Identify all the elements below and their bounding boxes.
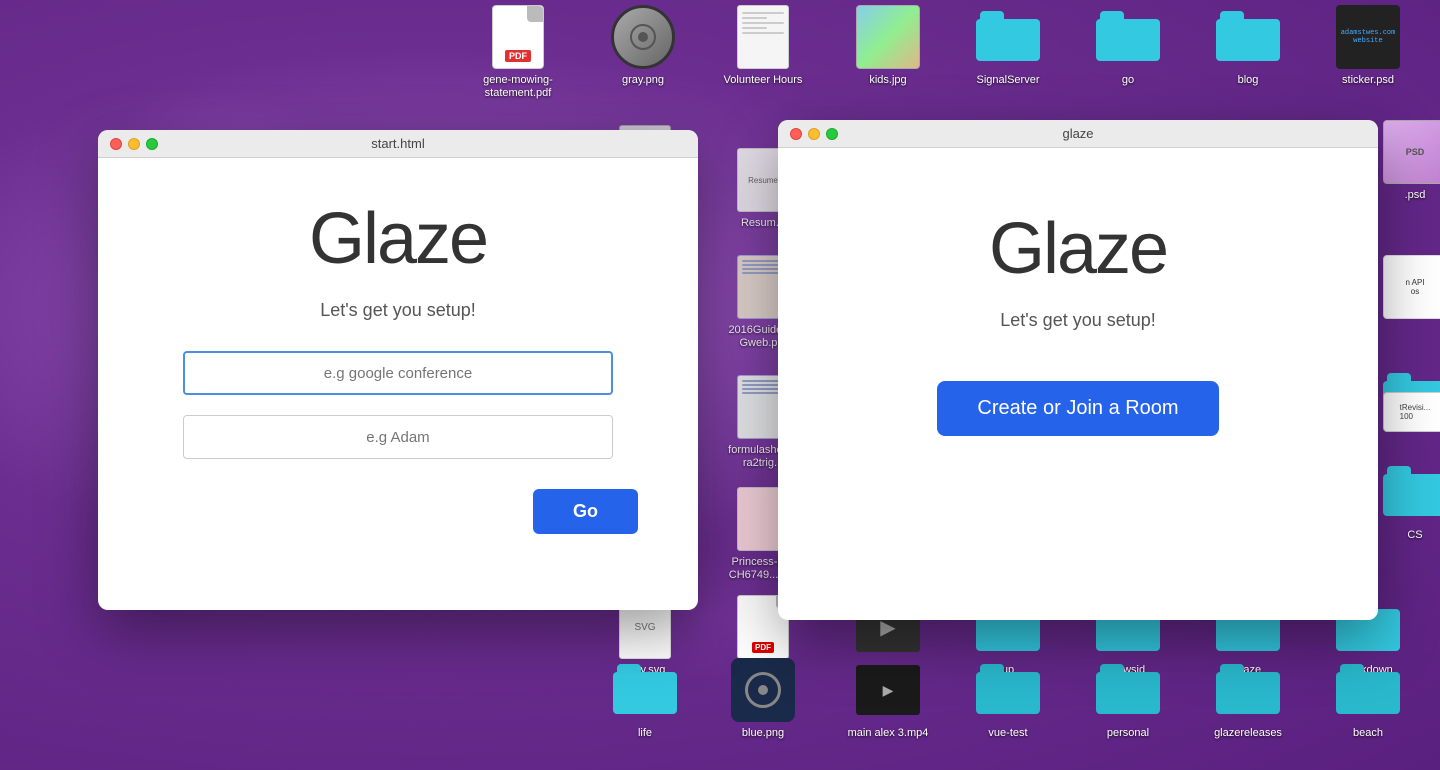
go-button[interactable]: Go [533, 489, 638, 534]
icon-go-folder[interactable]: go [1083, 5, 1173, 88]
icon-sticker-psd[interactable]: adamstwes.comwebsite sticker.psd [1323, 5, 1413, 88]
icon-glazerel[interactable]: glazereleases [1203, 658, 1293, 741]
icon-label-gray-png: gray.png [619, 73, 667, 88]
window-title-1: start.html [371, 136, 424, 151]
icon-signal-server[interactable]: SignalServer [963, 5, 1053, 88]
room-input[interactable] [183, 351, 613, 395]
setup-text-2: Let's get you setup! [1000, 310, 1156, 331]
app-title-1: Glaze [309, 198, 487, 280]
icon-main-alex[interactable]: ▶ main alex 3.mp4 [843, 658, 933, 741]
icon-label-go-folder: go [1119, 73, 1137, 88]
icon-gray-png[interactable]: gray.png [598, 5, 688, 88]
window-glaze: glaze Glaze Let's get you setup! Create … [778, 120, 1378, 620]
icon-label-vue-test: vue-test [985, 726, 1030, 741]
app-title-2: Glaze [989, 208, 1167, 290]
icon-api-right[interactable]: n APIos [1370, 255, 1440, 325]
close-button-2[interactable] [790, 128, 802, 140]
minimize-button-1[interactable] [128, 138, 140, 150]
icon-label-beach: beach [1350, 726, 1386, 741]
icon-kids-jpg[interactable]: kids.jpg [843, 5, 933, 88]
icon-label-blog-folder: blog [1235, 73, 1262, 88]
icon-label-revision [1412, 448, 1418, 450]
titlebar-start-html: start.html [98, 130, 698, 158]
icon-label-psd-right: .psd [1402, 188, 1429, 203]
icon-label-kids-jpg: kids.jpg [866, 73, 909, 88]
icon-blog-folder[interactable]: blog [1203, 5, 1293, 88]
traffic-lights-1 [110, 138, 158, 150]
icon-label-glazerel: glazereleases [1211, 726, 1285, 741]
window-title-2: glaze [1062, 126, 1093, 141]
icon-label-life-folder: life [635, 726, 655, 741]
icon-label-api-right [1412, 323, 1418, 325]
icon-vue-test[interactable]: vue-test [963, 658, 1053, 741]
icon-personal[interactable]: personal [1083, 658, 1173, 741]
icon-beach[interactable]: beach [1323, 658, 1413, 741]
window2-content: Glaze Let's get you setup! Create or Joi… [778, 148, 1378, 476]
create-join-button[interactable]: Create or Join a Room [937, 381, 1218, 436]
icon-label-personal: personal [1104, 726, 1152, 741]
traffic-lights-2 [790, 128, 838, 140]
icon-revision[interactable]: tRevisi...100 [1370, 380, 1440, 450]
name-input[interactable] [183, 415, 613, 459]
icon-label-sticker-psd: sticker.psd [1339, 73, 1397, 88]
icon-volunteer[interactable]: Volunteer Hours [718, 5, 808, 88]
icon-label-cyan-right-2: CS [1404, 528, 1425, 543]
setup-text-1: Let's get you setup! [320, 300, 476, 321]
fullscreen-button-2[interactable] [826, 128, 838, 140]
window-start-html: start.html Glaze Let's get you setup! Go [98, 130, 698, 610]
icon-label-blue-png: blue.png [739, 726, 787, 741]
icon-life-folder[interactable]: life [600, 658, 690, 741]
icon-blue-png[interactable]: blue.png [718, 658, 808, 741]
icon-label-main-alex: main alex 3.mp4 [845, 726, 932, 741]
close-button-1[interactable] [110, 138, 122, 150]
icon-label-volunteer: Volunteer Hours [721, 73, 806, 88]
window1-content: Glaze Let's get you setup! Go [98, 158, 698, 574]
fullscreen-button-1[interactable] [146, 138, 158, 150]
icon-label-gene-pdf: gene-mowing-statement.pdf [473, 73, 563, 101]
minimize-button-2[interactable] [808, 128, 820, 140]
icon-cyan-right-2[interactable]: CS [1370, 460, 1440, 543]
icon-psd-right[interactable]: PSD .psd [1370, 120, 1440, 203]
icon-gene-pdf[interactable]: PDF gene-mowing-statement.pdf [473, 5, 563, 101]
icon-label-signal-server: SignalServer [974, 73, 1043, 88]
titlebar-glaze: glaze [778, 120, 1378, 148]
